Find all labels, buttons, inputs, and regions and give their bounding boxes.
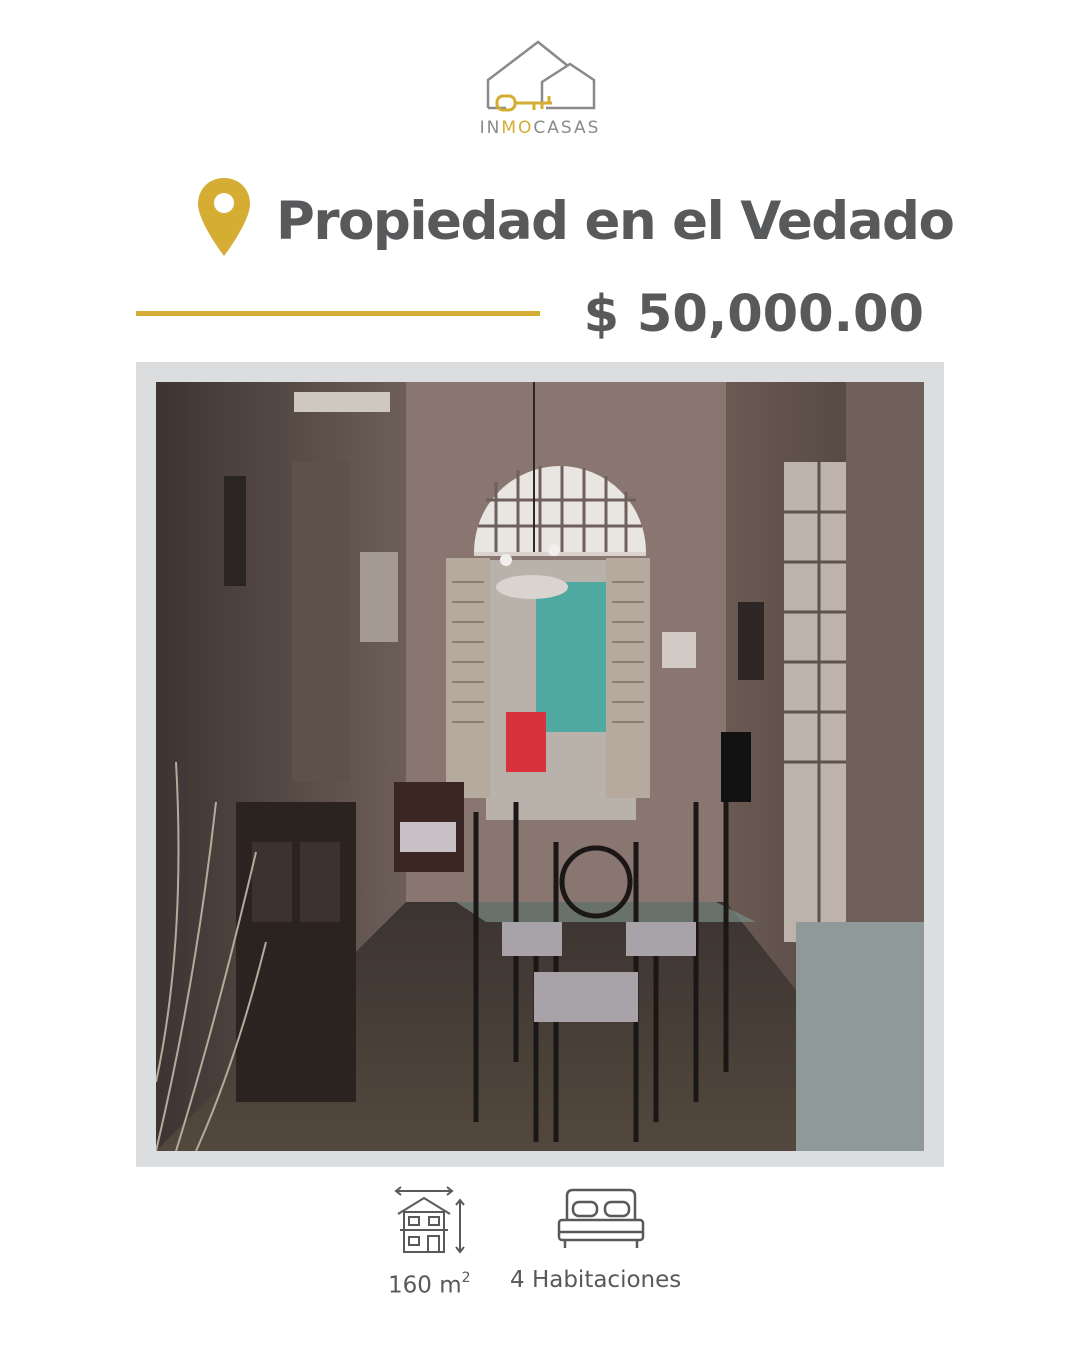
listing-price: $ 50,000.00 xyxy=(583,285,924,344)
house-dimensions-icon xyxy=(392,1186,466,1256)
photo-frame xyxy=(136,362,944,1167)
area-label: 160 m2 xyxy=(388,1270,471,1299)
brand-name: INMOCASAS xyxy=(479,118,601,138)
bed-icon xyxy=(555,1186,647,1254)
accent-divider xyxy=(136,311,540,316)
brand-logo: INMOCASAS xyxy=(462,30,618,150)
house-key-icon xyxy=(486,40,596,112)
property-photo xyxy=(156,382,924,1151)
rooms-label: 4 Habitaciones xyxy=(510,1267,682,1293)
map-pin-icon xyxy=(196,176,252,258)
listing-title: Propiedad en el Vedado xyxy=(276,191,955,252)
